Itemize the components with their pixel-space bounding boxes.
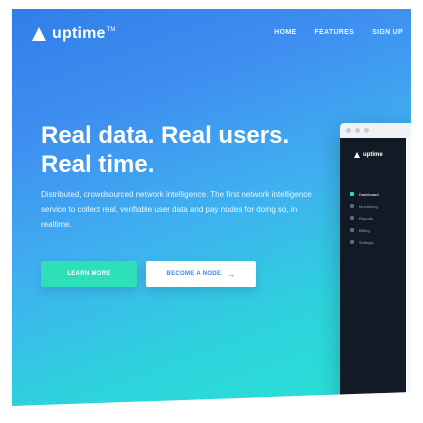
nav-link-features[interactable]: FEATURES: [315, 29, 355, 36]
uptime-logo-icon: [32, 27, 46, 41]
window-dot-icon: [364, 128, 369, 133]
nav-menu: HOME FEATURES SIGN UP: [274, 29, 403, 36]
billing-icon: [350, 228, 354, 232]
hero-headline: Real data. Real users. Real time.: [41, 121, 301, 179]
learn-more-button[interactable]: LEARN MORE: [41, 261, 137, 287]
window-dot-icon: [355, 128, 360, 133]
mockup-window-bar: [340, 123, 411, 138]
hero-description: Distributed, crowdsourced network intell…: [41, 190, 312, 229]
nav-link-sign-up[interactable]: SIGN UP: [372, 29, 403, 36]
learn-more-label: LEARN MORE: [67, 271, 111, 277]
mockup-menu-label: Billing: [359, 227, 370, 233]
mockup-menu-label: Settings: [359, 239, 374, 245]
mockup-menu: Dashboard Monitoring Reports Billing Set…: [350, 188, 406, 248]
mockup-brand-name: uptime: [363, 152, 383, 158]
mockup-menu-label: Reports: [359, 215, 374, 221]
window-dot-icon: [346, 128, 351, 133]
dashboard-icon: [350, 192, 354, 196]
uptime-logo-icon: [354, 152, 360, 158]
mockup-menu-label: Monitoring: [359, 203, 378, 209]
mockup-menu-item-billing[interactable]: Billing: [350, 224, 406, 236]
mockup-menu-item-reports[interactable]: Reports: [350, 212, 406, 224]
nav-link-home[interactable]: HOME: [274, 29, 296, 36]
top-navigation: uptime TM HOME FEATURES SIGN UP: [12, 9, 411, 49]
mockup-brand: uptime: [354, 152, 383, 158]
section-divider: [12, 391, 411, 411]
brand-name: uptime: [52, 25, 106, 42]
arrow-right-icon: →: [227, 269, 236, 279]
monitoring-icon: [350, 204, 354, 208]
landing-page: uptime TM HOME FEATURES SIGN UP Real dat…: [12, 9, 411, 411]
mockup-sidebar: uptime Dashboard Monitoring Reports Bill…: [340, 138, 406, 411]
brand-logo[interactable]: uptime TM: [32, 25, 115, 43]
dashboard-mockup: uptime Dashboard Monitoring Reports Bill…: [340, 123, 411, 411]
become-a-node-button[interactable]: BECOME A NODE →: [146, 261, 256, 287]
mockup-menu-item-monitoring[interactable]: Monitoring: [350, 200, 406, 212]
trademark-mark: TM: [106, 27, 116, 33]
settings-icon: [350, 240, 354, 244]
mockup-content-area: [406, 138, 411, 411]
hero-headline-line-1: Real data. Real users.: [41, 122, 290, 149]
mockup-menu-item-dashboard[interactable]: Dashboard: [350, 188, 406, 200]
mockup-menu-item-settings[interactable]: Settings: [350, 236, 406, 248]
hero-headline-line-2: Real time.: [41, 151, 155, 178]
reports-icon: [350, 216, 354, 220]
mockup-menu-label: Dashboard: [359, 191, 379, 197]
become-a-node-label: BECOME A NODE: [166, 271, 222, 277]
